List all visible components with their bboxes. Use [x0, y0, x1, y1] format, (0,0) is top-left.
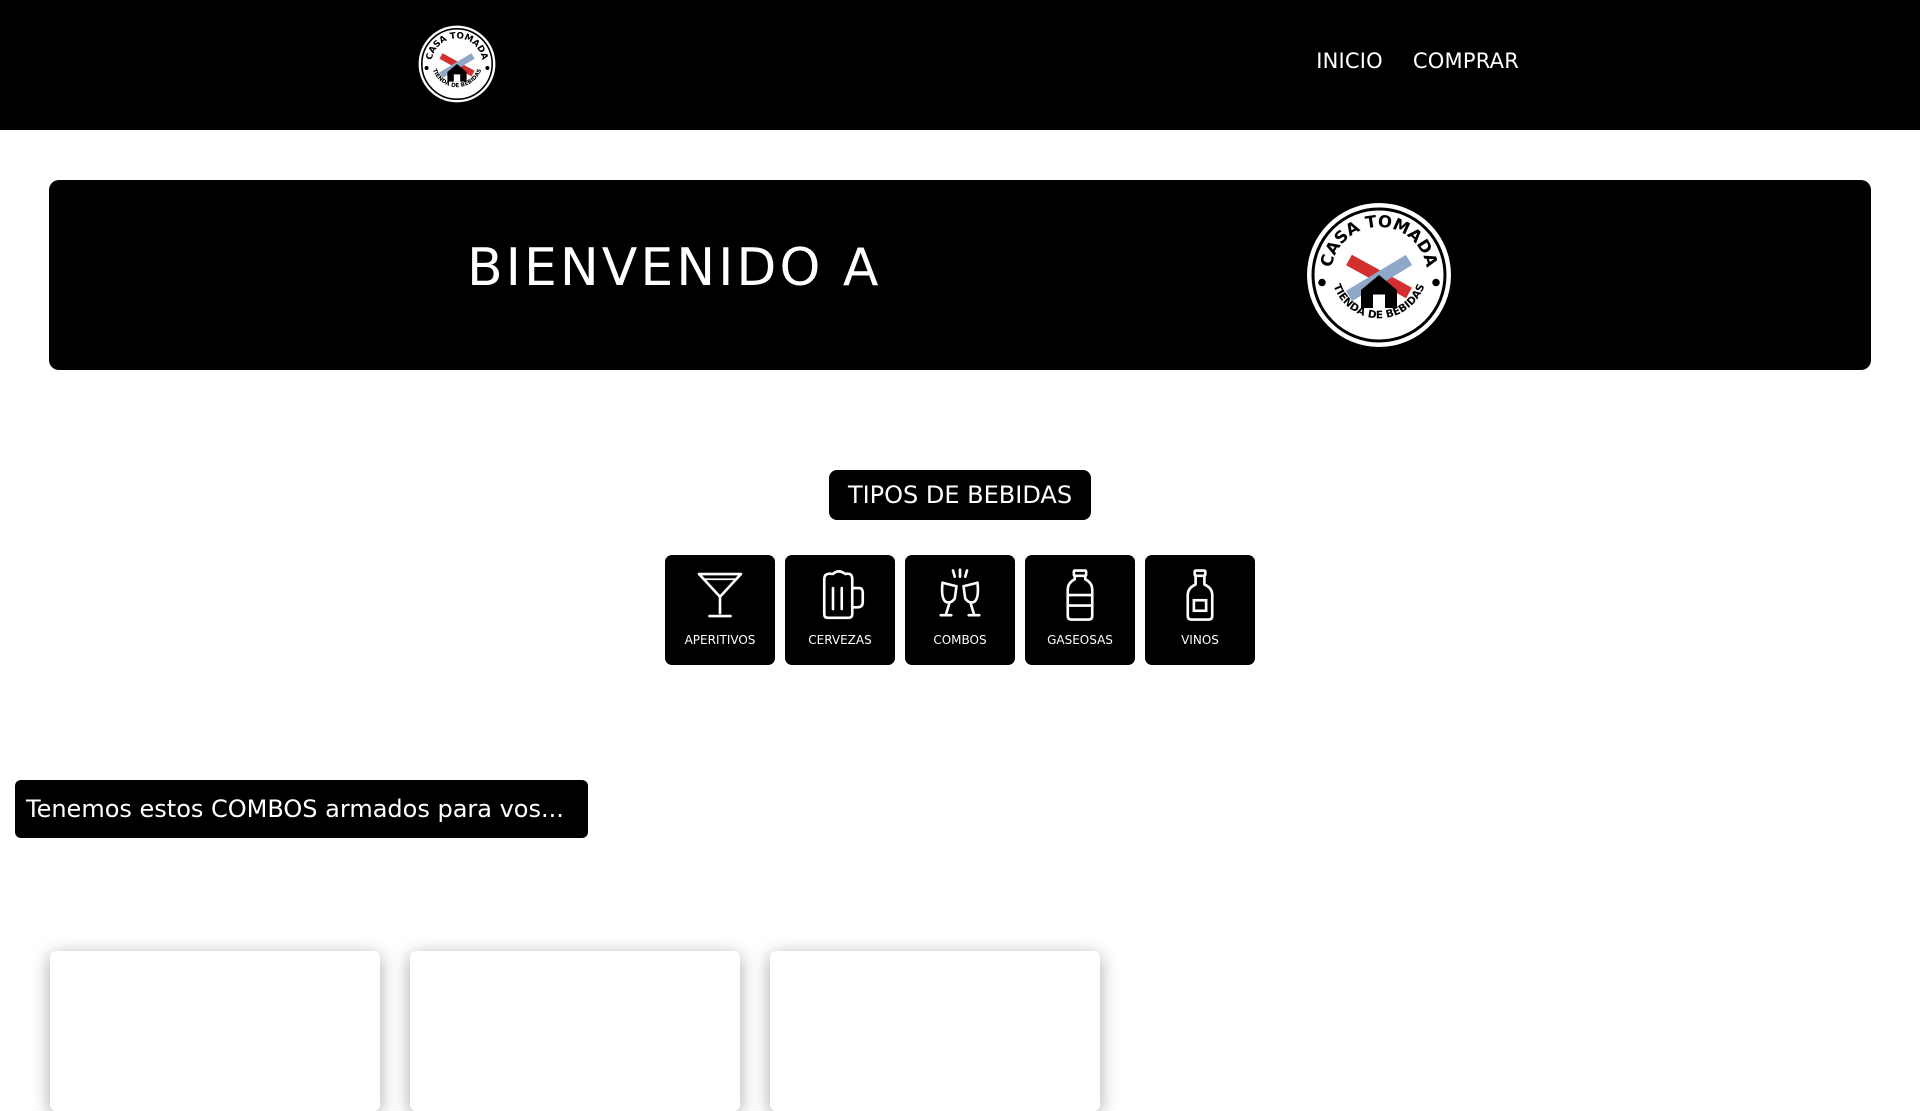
category-row: APERITIVOS CERVEZAS COMBOS GASEOSAS VINO…: [665, 555, 1255, 665]
soda-bottle-icon: [1066, 569, 1094, 621]
category-cervezas[interactable]: CERVEZAS: [785, 555, 895, 665]
hero-title: BIENVENIDO A: [467, 238, 882, 298]
category-aperitivos[interactable]: APERITIVOS: [665, 555, 775, 665]
combo-card[interactable]: [410, 951, 740, 1111]
beer-mug-icon: [822, 570, 865, 620]
category-label: APERITIVOS: [684, 633, 756, 647]
casa-tomada-logo-icon[interactable]: CASA TOMADA TIENDA DE BEBIDAS: [417, 24, 497, 104]
category-gaseosas[interactable]: GASEOSAS: [1025, 555, 1135, 665]
toast-glasses-icon: [939, 568, 981, 617]
combo-card[interactable]: [50, 951, 380, 1111]
nav-links: INICIO COMPRAR: [1316, 49, 1519, 73]
category-combos[interactable]: COMBOS: [905, 555, 1015, 665]
category-vinos[interactable]: VINOS: [1145, 555, 1255, 665]
cocktail-glass-icon: [697, 572, 743, 618]
categories-title: TIPOS DE BEBIDAS: [829, 470, 1091, 520]
hero-banner: BIENVENIDO A CASA TOMADA TIENDA DE BEBID…: [49, 180, 1871, 370]
hero-logo-icon: CASA TOMADA TIENDA DE BEBIDAS: [1304, 200, 1454, 350]
combos-title: Tenemos estos COMBOS armados para vos...: [15, 780, 588, 838]
navbar: CASA TOMADA TIENDA DE BEBIDAS INICIO COM…: [0, 0, 1920, 130]
category-label: COMBOS: [933, 633, 987, 647]
category-label: GASEOSAS: [1047, 633, 1113, 647]
category-label: CERVEZAS: [808, 633, 872, 647]
wine-bottle-icon: [1186, 569, 1214, 621]
nav-link-comprar[interactable]: COMPRAR: [1413, 49, 1519, 73]
combo-card[interactable]: [770, 951, 1100, 1111]
category-label: VINOS: [1181, 633, 1219, 647]
nav-link-inicio[interactable]: INICIO: [1316, 49, 1383, 73]
